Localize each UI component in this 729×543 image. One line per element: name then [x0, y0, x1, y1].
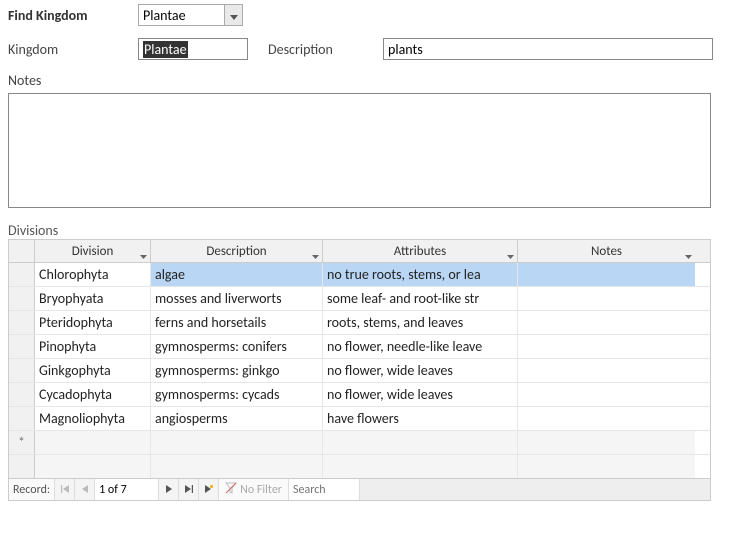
cell-notes[interactable] — [518, 311, 695, 334]
cell-description[interactable]: gymnosperms: cycads — [151, 383, 323, 406]
cell-notes[interactable] — [518, 263, 695, 286]
column-header-description[interactable]: Description — [151, 240, 323, 262]
row-selector[interactable] — [9, 287, 35, 310]
cell-attributes[interactable]: have flowers — [323, 407, 518, 430]
find-kingdom-dropdown-button[interactable] — [224, 5, 242, 25]
record-navigation-bar: Record: No Filter — [8, 479, 711, 501]
table-row[interactable]: Pinophyta gymnosperms: conifers no flowe… — [9, 335, 710, 359]
divisions-label: Divisions — [8, 222, 721, 239]
notes-textarea[interactable] — [8, 93, 711, 208]
cell-notes[interactable] — [518, 359, 695, 382]
cell-description[interactable]: ferns and horsetails — [151, 311, 323, 334]
new-record-marker: * — [9, 431, 35, 454]
record-position[interactable] — [95, 479, 159, 500]
cell-description[interactable]: mosses and liverworts — [151, 287, 323, 310]
nav-next-button[interactable] — [159, 479, 179, 500]
no-filter-indicator[interactable]: No Filter — [219, 479, 289, 500]
cell-description[interactable]: algae — [151, 263, 323, 286]
new-record-icon — [205, 483, 213, 497]
nav-new-button[interactable] — [199, 479, 219, 500]
nav-prev-button[interactable] — [75, 479, 95, 500]
nav-last-button[interactable] — [179, 479, 199, 500]
column-attributes-dropdown-icon[interactable] — [507, 248, 514, 263]
table-row[interactable]: Chlorophyta algae no true roots, stems, … — [9, 263, 710, 287]
cell-description[interactable]: angiosperms — [151, 407, 323, 430]
cell-attributes[interactable]: no flower, needle-like leave — [323, 335, 518, 358]
cell-notes[interactable] — [518, 383, 695, 406]
row-selector[interactable] — [9, 383, 35, 406]
column-division-dropdown-icon[interactable] — [140, 248, 147, 263]
find-kingdom-label: Find Kingdom — [8, 7, 138, 24]
cell-notes[interactable] — [518, 335, 695, 358]
empty-row — [9, 455, 710, 479]
kingdom-label: Kingdom — [8, 41, 138, 58]
cell-division[interactable]: Pteridophyta — [35, 311, 151, 334]
row-selector[interactable] — [9, 335, 35, 358]
table-row[interactable]: Pteridophyta ferns and horsetails roots,… — [9, 311, 710, 335]
cell-notes[interactable] — [518, 287, 695, 310]
nav-first-button[interactable] — [55, 479, 75, 500]
row-selector[interactable] — [9, 311, 35, 334]
cell-attributes[interactable]: no true roots, stems, or lea — [323, 263, 518, 286]
cell-notes[interactable] — [518, 407, 695, 430]
cell-division[interactable]: Pinophyta — [35, 335, 151, 358]
table-row[interactable]: Cycadophyta gymnosperms: cycads no flowe… — [9, 383, 710, 407]
cell-attributes[interactable]: no flower, wide leaves — [323, 359, 518, 382]
row-selector[interactable] — [9, 263, 35, 286]
column-notes-dropdown-icon[interactable] — [685, 248, 692, 263]
kingdom-field[interactable]: Plantae — [138, 38, 248, 60]
grid-select-all[interactable] — [9, 240, 35, 262]
column-description-dropdown-icon[interactable] — [312, 248, 319, 263]
grid-header: Division Description Attributes Notes — [9, 240, 710, 263]
cell-description[interactable]: gymnosperms: ginkgo — [151, 359, 323, 382]
record-label: Record: — [9, 479, 55, 500]
cell-division[interactable]: Chlorophyta — [35, 263, 151, 286]
column-header-division[interactable]: Division — [35, 240, 151, 262]
cell-division[interactable]: Magnoliophyta — [35, 407, 151, 430]
cell-attributes[interactable]: some leaf- and root-like str — [323, 287, 518, 310]
cell-attributes[interactable]: roots, stems, and leaves — [323, 311, 518, 334]
cell-division[interactable]: Bryophyata — [35, 287, 151, 310]
cell-attributes[interactable]: no flower, wide leaves — [323, 383, 518, 406]
first-record-icon — [61, 483, 69, 497]
new-record-row[interactable]: * — [9, 431, 710, 455]
notes-label: Notes — [8, 72, 721, 89]
column-header-attributes[interactable]: Attributes — [323, 240, 518, 262]
chevron-down-icon — [230, 7, 238, 24]
description-label: Description — [268, 41, 383, 58]
last-record-icon — [185, 483, 193, 497]
search-input[interactable] — [289, 479, 359, 500]
table-row[interactable]: Ginkgophyta gymnosperms: ginkgo no flowe… — [9, 359, 710, 383]
find-kingdom-combobox[interactable] — [138, 4, 243, 26]
filter-icon — [225, 482, 237, 498]
column-header-notes[interactable]: Notes — [518, 240, 695, 262]
row-selector[interactable] — [9, 407, 35, 430]
row-selector[interactable] — [9, 359, 35, 382]
cell-division[interactable]: Ginkgophyta — [35, 359, 151, 382]
table-row[interactable]: Magnoliophyta angiosperms have flowers — [9, 407, 710, 431]
prev-record-icon — [81, 483, 89, 497]
kingdom-value: Plantae — [143, 41, 188, 58]
description-field[interactable] — [383, 38, 713, 60]
cell-division[interactable]: Cycadophyta — [35, 383, 151, 406]
cell-description[interactable]: gymnosperms: conifers — [151, 335, 323, 358]
horizontal-scrollbar[interactable] — [359, 479, 710, 500]
find-kingdom-value[interactable] — [139, 5, 224, 25]
table-row[interactable]: Bryophyata mosses and liverworts some le… — [9, 287, 710, 311]
next-record-icon — [165, 483, 173, 497]
